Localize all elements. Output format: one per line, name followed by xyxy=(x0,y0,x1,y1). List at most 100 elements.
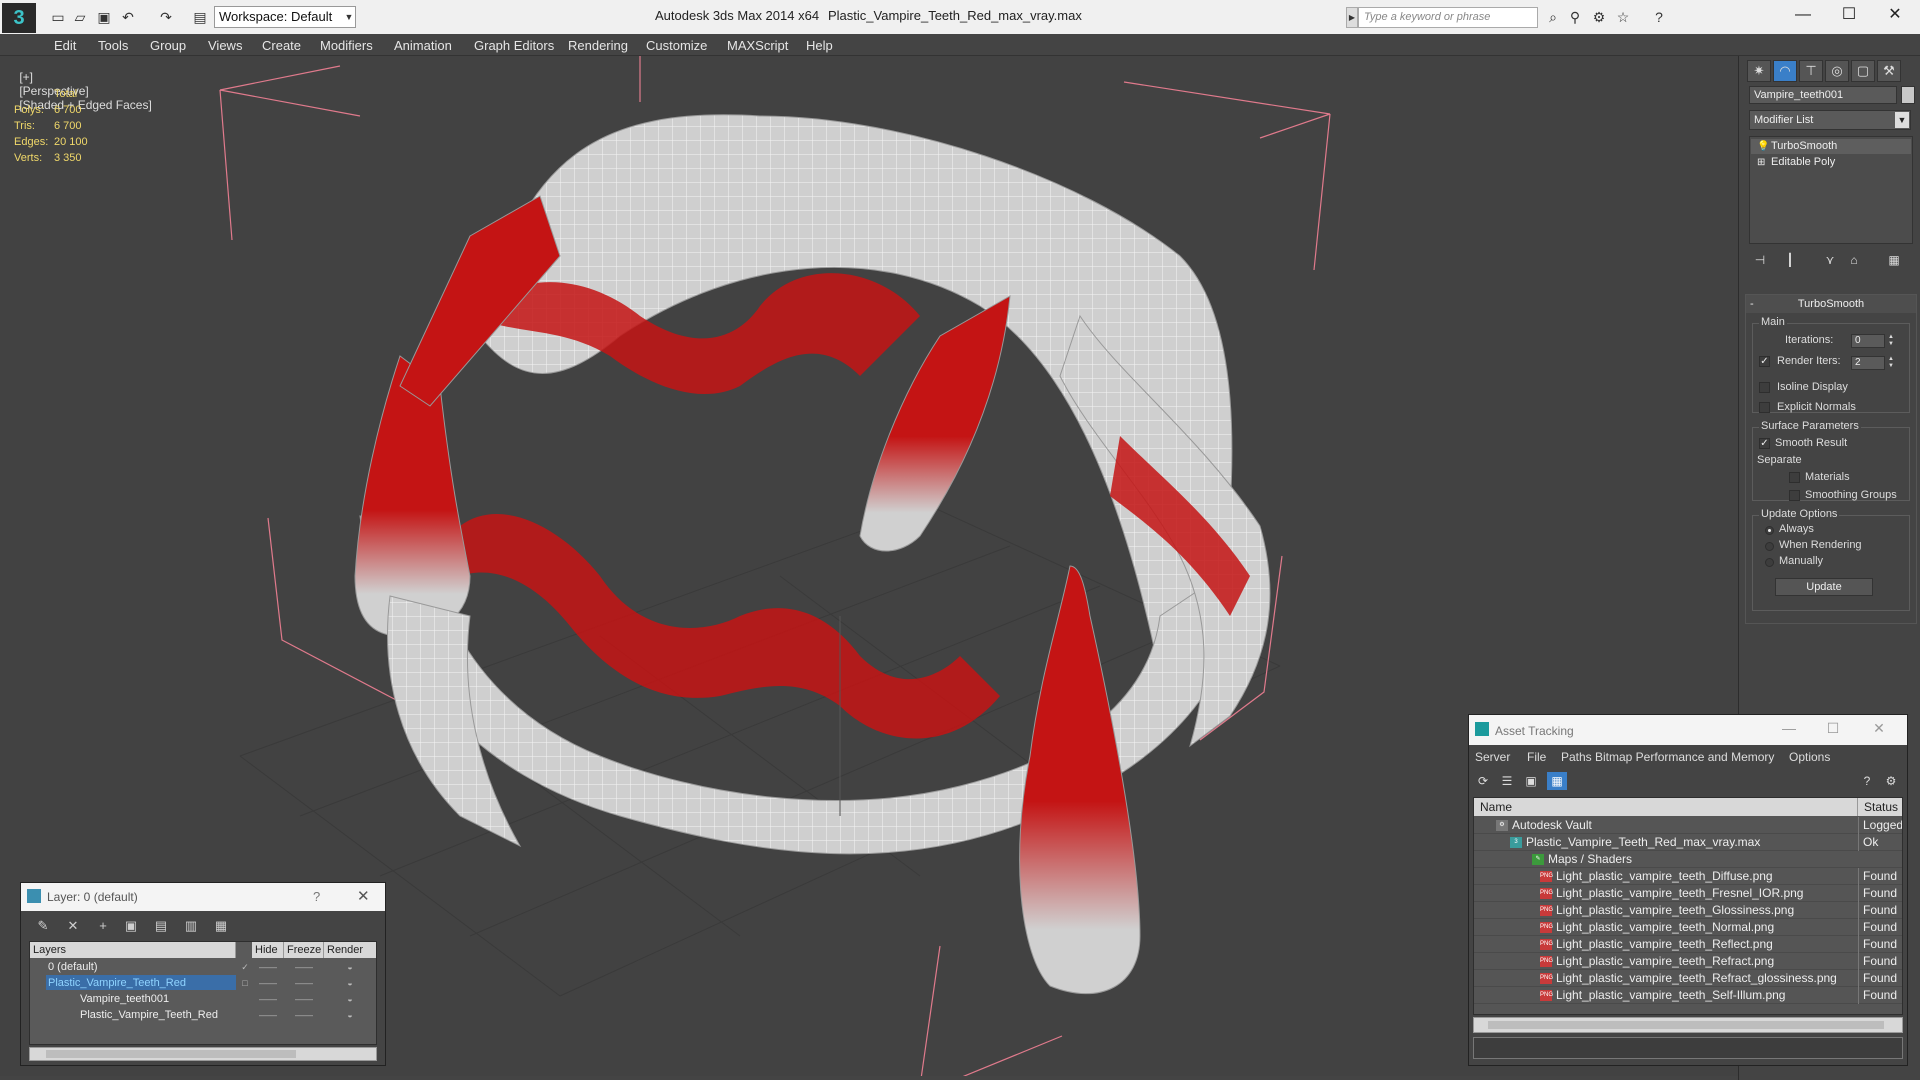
thumbnail-view-icon[interactable]: ▣ xyxy=(1521,772,1541,790)
hide-all-icon[interactable]: ▥ xyxy=(181,917,201,935)
column-header-hide[interactable]: Hide xyxy=(252,942,284,958)
menu-tools[interactable]: Tools xyxy=(98,38,128,53)
configure-sets-icon[interactable]: ▦ xyxy=(1883,250,1905,270)
select-objects-icon[interactable]: ▣ xyxy=(121,917,141,935)
asset-row[interactable]: ✎ Maps / Shaders xyxy=(1474,851,1902,868)
stack-item-editable-poly[interactable]: ⊞ Editable Poly xyxy=(1751,155,1911,170)
close-button[interactable]: ✕ xyxy=(357,887,370,905)
minimize-button[interactable]: — xyxy=(1780,0,1826,30)
menu-paths[interactable]: Paths xyxy=(1561,750,1592,764)
when-rendering-radio[interactable] xyxy=(1765,542,1774,551)
table-view-icon[interactable]: ▦ xyxy=(1547,772,1567,790)
menu-maxscript[interactable]: MAXScript xyxy=(727,38,788,53)
add-to-layer-icon[interactable]: + xyxy=(93,917,113,935)
column-header-layers[interactable]: Layers xyxy=(30,942,236,958)
menu-views[interactable]: Views xyxy=(208,38,242,53)
help-button[interactable]: ? xyxy=(313,889,320,904)
smooth-result-checkbox[interactable]: ✓ xyxy=(1759,438,1770,449)
update-button[interactable]: Update xyxy=(1775,578,1873,596)
hide-toggle[interactable]: —— xyxy=(252,975,284,991)
menu-help[interactable]: Help xyxy=(806,38,833,53)
asset-row[interactable]: PNG Light_plastic_vampire_teeth_Normal.p… xyxy=(1474,919,1902,936)
modify-tab-icon[interactable]: ◠ xyxy=(1773,60,1797,82)
iterations-spinner[interactable]: 0 xyxy=(1851,334,1885,348)
freeze-all-icon[interactable]: ▦ xyxy=(211,917,231,935)
freeze-toggle[interactable]: —— xyxy=(284,959,324,975)
set-current-box-icon[interactable]: □ xyxy=(238,975,252,991)
asset-row[interactable]: 3 Plastic_Vampire_Teeth_Red_max_vray.max… xyxy=(1474,834,1902,851)
render-teapot-icon[interactable]: ◒ xyxy=(324,959,376,975)
hide-toggle[interactable]: —— xyxy=(252,1007,284,1023)
communication-center-icon[interactable]: ⚙ xyxy=(1588,7,1610,27)
asset-row[interactable]: PNG Light_plastic_vampire_teeth_Fresnel_… xyxy=(1474,885,1902,902)
layer-row[interactable]: Vampire_teeth001 —— —— ◒ xyxy=(30,991,376,1007)
menu-customize[interactable]: Customize xyxy=(646,38,707,53)
delete-layer-icon[interactable]: ✕ xyxy=(63,917,83,935)
render-teapot-icon[interactable]: ◒ xyxy=(324,991,376,1007)
modifier-list-dropdown[interactable]: Modifier List xyxy=(1749,110,1911,130)
spinner-arrows-icon[interactable]: ▲ ▼ xyxy=(1887,356,1895,370)
display-tab-icon[interactable]: ▢ xyxy=(1851,60,1875,82)
column-header-freeze[interactable]: Freeze xyxy=(284,942,324,958)
collapse-icon[interactable]: - xyxy=(1750,295,1754,313)
layer-name[interactable]: Plastic_Vampire_Teeth_Red xyxy=(46,975,236,990)
asset-row[interactable]: PNG Light_plastic_vampire_teeth_Glossine… xyxy=(1474,902,1902,919)
help-icon[interactable]: ? xyxy=(1648,7,1670,27)
asset-row[interactable]: PNG Light_plastic_vampire_teeth_Refract_… xyxy=(1474,970,1902,987)
favorites-star-icon[interactable]: ☆ xyxy=(1612,7,1634,27)
menu-modifiers[interactable]: Modifiers xyxy=(320,38,373,53)
minimize-button[interactable]: — xyxy=(1771,720,1807,736)
menu-create[interactable]: Create xyxy=(262,38,301,53)
refresh-icon[interactable]: ⟳ xyxy=(1473,772,1493,790)
remove-modifier-icon[interactable]: ⌂ xyxy=(1843,250,1865,270)
show-end-result-icon[interactable]: ┃ xyxy=(1779,250,1801,270)
object-name-field[interactable]: Vampire_teeth001 xyxy=(1749,86,1897,104)
project-folder-icon[interactable]: ▤ xyxy=(190,7,210,27)
materials-checkbox[interactable] xyxy=(1789,472,1800,483)
help-icon[interactable]: ? xyxy=(1857,772,1877,790)
layer-object-name[interactable]: Plastic_Vampire_Teeth_Red xyxy=(78,1007,218,1022)
freeze-toggle[interactable]: —— xyxy=(284,975,324,991)
menu-rendering[interactable]: Rendering xyxy=(568,38,628,53)
asset-row[interactable]: PNG Light_plastic_vampire_teeth_Refract.… xyxy=(1474,953,1902,970)
menu-edit[interactable]: Edit xyxy=(54,38,76,53)
layer-row[interactable]: 0 (default) ✓ —— —— ◒ xyxy=(30,959,376,975)
motion-tab-icon[interactable]: ◎ xyxy=(1825,60,1849,82)
maximize-button[interactable]: ☐ xyxy=(1815,720,1851,737)
redo-icon[interactable]: ↷ xyxy=(156,7,176,27)
create-layer-icon[interactable]: ✎ xyxy=(33,917,53,935)
hierarchy-tab-icon[interactable]: ⊤ xyxy=(1799,60,1823,82)
pin-stack-icon[interactable]: ⊣ xyxy=(1749,250,1771,270)
layer-row[interactable]: Plastic_Vampire_Teeth_Red —— —— ◒ xyxy=(30,1007,376,1023)
asset-row[interactable]: ⚙ Autodesk Vault Logged xyxy=(1474,817,1902,834)
column-header-status[interactable]: Status xyxy=(1858,798,1902,816)
create-tab-icon[interactable]: ✷ xyxy=(1747,60,1771,82)
render-iters-checkbox[interactable]: ✓ xyxy=(1759,356,1770,367)
current-layer-check-icon[interactable]: ✓ xyxy=(238,959,252,975)
expand-icon[interactable]: ⊞ xyxy=(1757,155,1765,170)
binoculars-icon[interactable]: ⌕ xyxy=(1542,7,1564,27)
menu-file[interactable]: File xyxy=(1527,750,1546,764)
asset-path-field[interactable] xyxy=(1473,1037,1903,1059)
chevron-down-icon[interactable]: ▼ xyxy=(1895,112,1909,128)
smoothing-groups-checkbox[interactable] xyxy=(1789,490,1800,501)
menu-bitmap-performance[interactable]: Bitmap Performance and Memory xyxy=(1595,750,1774,764)
search-input[interactable]: Type a keyword or phrase xyxy=(1358,7,1538,28)
make-unique-icon[interactable]: ⋎ xyxy=(1819,250,1841,270)
menu-graph-editors[interactable]: Graph Editors xyxy=(474,38,554,53)
scrollbar-thumb[interactable] xyxy=(46,1050,296,1058)
close-button[interactable]: ✕ xyxy=(1861,720,1897,737)
viewport-plus-menu[interactable]: [+] xyxy=(19,70,33,84)
open-file-icon[interactable]: ▱ xyxy=(70,7,90,27)
explicit-normals-checkbox[interactable] xyxy=(1759,402,1770,413)
asset-window-titlebar[interactable]: Asset Tracking — ☐ ✕ xyxy=(1469,715,1907,745)
column-header-render[interactable]: Render xyxy=(324,942,376,958)
column-header-name[interactable]: Name xyxy=(1474,798,1858,816)
menu-animation[interactable]: Animation xyxy=(394,38,452,53)
maximize-button[interactable]: ☐ xyxy=(1826,0,1872,30)
close-button[interactable]: ✕ xyxy=(1872,0,1918,30)
menu-group[interactable]: Group xyxy=(150,38,186,53)
settings-icon[interactable]: ⚙ xyxy=(1881,772,1901,790)
workspace-dropdown[interactable]: Workspace: Default xyxy=(214,6,356,28)
stack-item-turbosmooth[interactable]: 💡 TurboSmooth xyxy=(1751,139,1911,154)
